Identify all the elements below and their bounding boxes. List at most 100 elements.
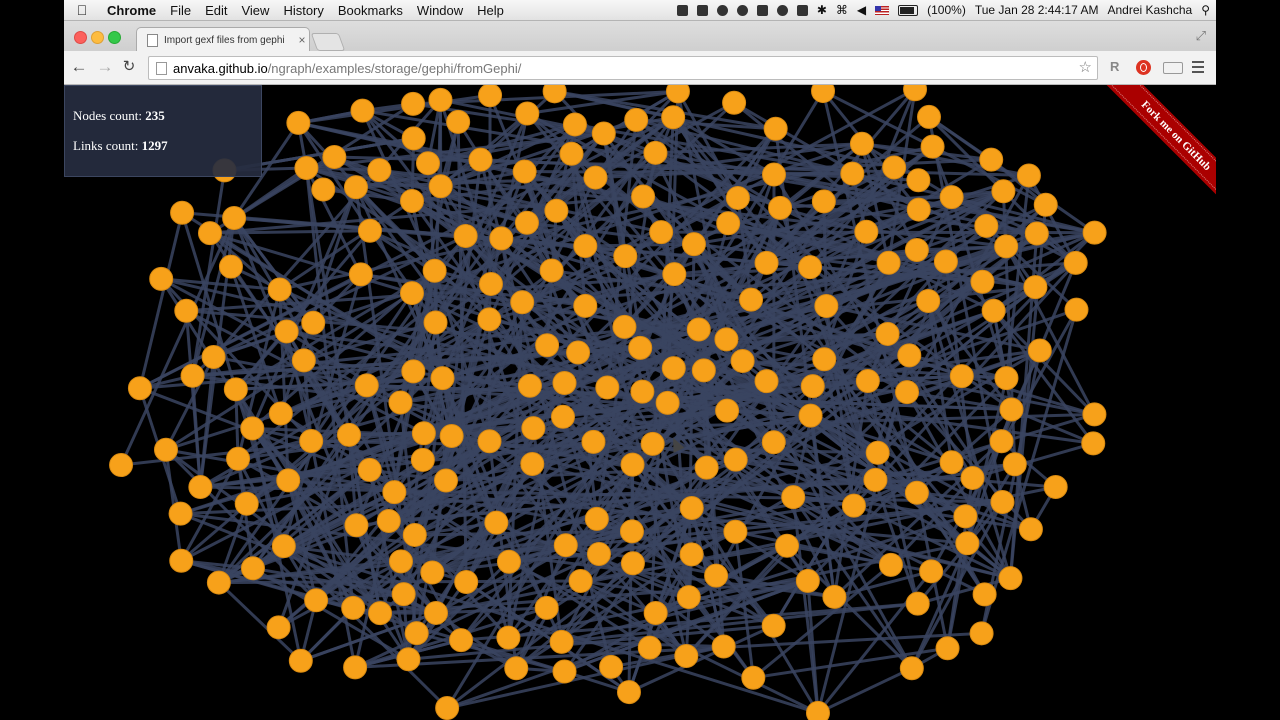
bookmark-star-icon[interactable]: ☆ xyxy=(1079,58,1092,76)
fork-me-on-github-ribbon[interactable]: Fork me on GitHub xyxy=(1096,85,1216,215)
graph-node[interactable] xyxy=(109,453,134,478)
graph-node[interactable] xyxy=(655,390,680,415)
graph-node[interactable] xyxy=(676,585,701,610)
graph-node[interactable] xyxy=(811,85,836,104)
graph-node[interactable] xyxy=(723,519,748,544)
graph-node[interactable] xyxy=(725,185,750,210)
menu-history[interactable]: History xyxy=(276,3,330,18)
graph-node[interactable] xyxy=(286,110,311,135)
graph-node[interactable] xyxy=(739,287,764,312)
graph-node[interactable] xyxy=(539,258,564,283)
graph-node[interactable] xyxy=(549,629,574,654)
forward-button-icon[interactable]: → xyxy=(94,56,116,78)
graph-node[interactable] xyxy=(863,467,888,492)
graph-node[interactable] xyxy=(535,333,560,358)
opera-extension-icon[interactable] xyxy=(1136,60,1151,75)
bluetooth-icon[interactable]: ✱ xyxy=(817,3,827,17)
graph-node[interactable] xyxy=(805,700,830,720)
graph-node[interactable] xyxy=(552,659,577,684)
graph-node[interactable] xyxy=(399,281,424,306)
graph-node[interactable] xyxy=(905,591,930,616)
graph-node[interactable] xyxy=(754,369,779,394)
address-bar[interactable]: anvaka.github.io/ngraph/examples/storage… xyxy=(148,56,1098,80)
graph-node[interactable] xyxy=(1027,338,1052,363)
graph-node[interactable] xyxy=(1023,275,1048,300)
graph-node[interactable] xyxy=(311,177,336,202)
graph-node[interactable] xyxy=(583,165,608,190)
graph-node[interactable] xyxy=(619,519,644,544)
graph-node[interactable] xyxy=(266,615,291,640)
graph-node[interactable] xyxy=(730,349,755,374)
graph-node[interactable] xyxy=(288,648,313,673)
graph-node[interactable] xyxy=(906,168,931,193)
menu-edit[interactable]: Edit xyxy=(198,3,234,18)
graph-node[interactable] xyxy=(206,570,231,595)
graph-node[interactable] xyxy=(496,625,521,650)
graph-node[interactable] xyxy=(761,430,786,455)
graph-node[interactable] xyxy=(876,250,901,275)
graph-node[interactable] xyxy=(477,429,502,454)
graph-node[interactable] xyxy=(763,116,788,141)
graph-node[interactable] xyxy=(489,226,514,251)
graph-node[interactable] xyxy=(341,595,366,620)
graph-node[interactable] xyxy=(484,510,509,535)
graph-node[interactable] xyxy=(1063,250,1088,275)
graph-node[interactable] xyxy=(624,107,649,132)
graph-node[interactable] xyxy=(612,314,637,339)
time-machine-icon[interactable] xyxy=(776,4,788,16)
graph-node[interactable] xyxy=(520,451,545,476)
menu-window[interactable]: Window xyxy=(410,3,470,18)
graph-node[interactable] xyxy=(679,542,704,567)
graph-node[interactable] xyxy=(775,533,800,558)
graph-node[interactable] xyxy=(568,569,593,594)
graph-node[interactable] xyxy=(630,379,655,404)
graph-node[interactable] xyxy=(559,141,584,166)
graph-node[interactable] xyxy=(573,234,598,259)
tab-close-icon[interactable]: × xyxy=(295,33,309,47)
graph-node[interactable] xyxy=(223,377,248,402)
graph-node[interactable] xyxy=(454,569,479,594)
tray-app-icon[interactable] xyxy=(736,4,748,16)
graph-node[interactable] xyxy=(855,368,880,393)
graph-node[interactable] xyxy=(795,568,820,593)
graph-node[interactable] xyxy=(573,293,598,318)
graph-node[interactable] xyxy=(679,495,704,520)
graph-node[interactable] xyxy=(741,665,766,690)
graph-node[interactable] xyxy=(620,551,645,576)
graph-node[interactable] xyxy=(420,560,445,585)
graph-node[interactable] xyxy=(798,403,823,428)
graph-node[interactable] xyxy=(240,416,265,441)
graph-node[interactable] xyxy=(761,613,786,638)
graph-node[interactable] xyxy=(865,440,890,465)
graph-node[interactable] xyxy=(599,654,624,679)
graph-node[interactable] xyxy=(299,429,324,454)
back-button-icon[interactable]: ← xyxy=(68,56,90,78)
graph-node[interactable] xyxy=(994,366,1019,391)
wifi-icon[interactable]: ⌘ xyxy=(836,3,848,17)
graph-node[interactable] xyxy=(401,359,426,384)
graph-node[interactable] xyxy=(404,621,429,646)
graph-node[interactable] xyxy=(271,534,296,559)
graph-node[interactable] xyxy=(586,542,611,567)
graph-node[interactable] xyxy=(552,370,577,395)
extension-r-icon[interactable]: R xyxy=(1110,59,1119,74)
graph-node[interactable] xyxy=(504,656,529,681)
graph-node[interactable] xyxy=(544,198,569,223)
graph-node[interactable] xyxy=(704,563,729,588)
graph-node[interactable] xyxy=(643,140,668,165)
browser-tab[interactable]: Import gexf files from gephi × xyxy=(136,27,310,52)
battery-icon[interactable] xyxy=(898,4,919,16)
graph-node[interactable] xyxy=(800,374,825,399)
graph-node[interactable] xyxy=(620,452,645,477)
graph-node[interactable] xyxy=(301,310,326,335)
graph-node[interactable] xyxy=(960,465,985,490)
graph-node[interactable] xyxy=(878,552,903,577)
graph-node[interactable] xyxy=(661,356,686,381)
graph-node[interactable] xyxy=(849,131,874,156)
graph-node[interactable] xyxy=(423,600,448,625)
graph-node[interactable] xyxy=(584,506,609,531)
graph-node[interactable] xyxy=(439,423,464,448)
graph-node[interactable] xyxy=(510,290,535,315)
graph-node[interactable] xyxy=(174,298,199,323)
graph-node[interactable] xyxy=(1016,163,1041,188)
